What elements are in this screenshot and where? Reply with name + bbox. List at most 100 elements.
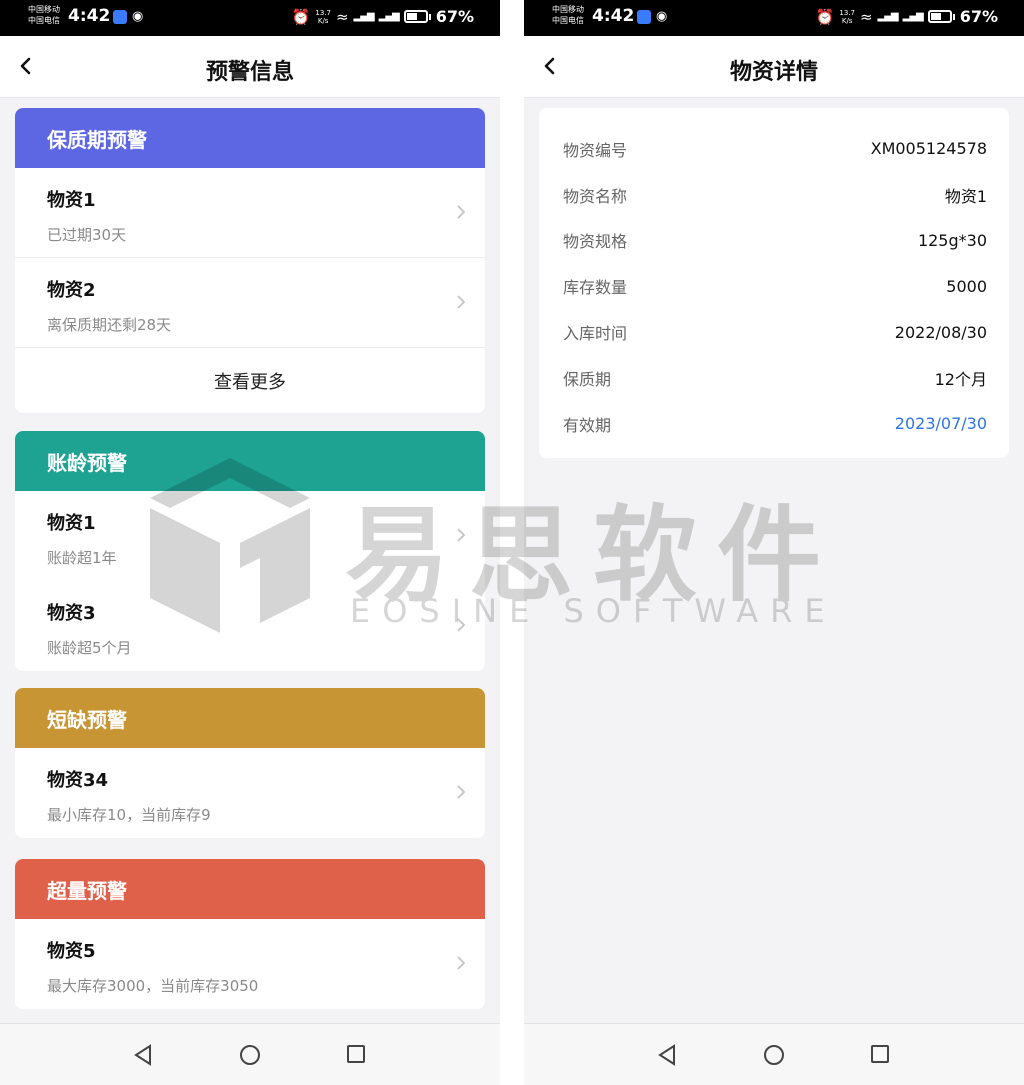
signal-icon-2: ▂▄▆ — [378, 11, 400, 22]
section-header: 保质期预警 — [15, 108, 485, 168]
detail-value: 2022/08/30 — [894, 322, 987, 342]
item-name: 物资1 — [47, 513, 96, 534]
battery-percent: 67% — [959, 7, 998, 26]
triangle-back-icon[interactable] — [133, 1044, 153, 1066]
signal-icon-2: ▂▄▆ — [902, 11, 924, 22]
square-recent-icon[interactable] — [871, 1045, 889, 1063]
view-more-button[interactable]: 查看更多 — [15, 348, 485, 413]
battery-icon — [927, 10, 952, 23]
network-speed: 13.7 K/s — [315, 9, 331, 25]
detail-value: 12个月 — [934, 369, 987, 389]
battery-tip — [952, 13, 955, 20]
battery-icon — [403, 10, 428, 23]
alarm-icon: ⏰ — [291, 7, 311, 26]
overstock-alert-card: 超量预警 物资5 最大库存3000，当前库存3050 — [15, 859, 485, 1009]
detail-label: 有效期 — [563, 415, 612, 435]
carrier-line-1: 中国移动 — [552, 5, 584, 14]
list-item[interactable]: 物资2 离保质期还剩28天 — [15, 258, 485, 348]
nav-bar: 预警信息 — [0, 36, 500, 98]
eye-icon: ◉ — [132, 9, 144, 24]
section-header: 账龄预警 — [15, 431, 485, 491]
detail-content: 物资编号 XM005124578 物资名称 物资1 物资规格 125g*30 库… — [524, 98, 1024, 1023]
list-item[interactable]: 物资3 账龄超5个月 — [15, 581, 485, 671]
detail-label: 物资规格 — [563, 232, 628, 252]
detail-row-code: 物资编号 XM005124578 — [563, 126, 987, 172]
detail-value: 5000 — [946, 276, 987, 296]
carrier-label: 中国移动 中国电信 — [28, 4, 60, 26]
speed-value: 13.7 — [315, 8, 331, 17]
alert-list: 保质期预警 物资1 已过期30天 物资2 离保质期还剩28天 查看更多 账龄预警… — [0, 98, 500, 1023]
aging-alert-card: 账龄预警 物资1 账龄超1年 物资3 账龄超5个月 — [15, 431, 485, 671]
page-title: 物资详情 — [729, 60, 818, 85]
detail-label: 物资编号 — [563, 140, 628, 160]
detail-value: 物资1 — [944, 186, 987, 206]
signal-icon: ▂▄▆ — [353, 11, 375, 22]
detail-card: 物资编号 XM005124578 物资名称 物资1 物资规格 125g*30 库… — [539, 108, 1009, 458]
item-desc: 账龄超1年 — [47, 549, 117, 567]
section-header: 超量预警 — [15, 859, 485, 919]
detail-label: 库存数量 — [563, 278, 628, 298]
detail-row-name: 物资名称 物资1 — [563, 172, 987, 218]
wifi-icon: ≈ — [859, 7, 873, 26]
item-name: 物资1 — [47, 190, 96, 211]
detail-label: 保质期 — [563, 369, 612, 389]
alert-info-screen: 中国移动 中国电信 4:42 ◉ ⏰ 13.7 K/s ≈ ▂▄▆ ▂▄▆ 67… — [0, 0, 500, 1085]
chevron-right-icon — [457, 205, 466, 219]
chevron-right-icon — [457, 785, 466, 799]
list-item[interactable]: 物资5 最大库存3000，当前库存3050 — [15, 919, 485, 1009]
battery-tip — [428, 13, 431, 20]
chevron-right-icon — [457, 956, 466, 970]
item-desc: 最小库存10，当前库存9 — [47, 806, 211, 824]
status-time: 4:42 — [592, 6, 635, 26]
alarm-icon: ⏰ — [815, 7, 835, 26]
shelf-life-alert-card: 保质期预警 物资1 已过期30天 物资2 离保质期还剩28天 查看更多 — [15, 108, 485, 413]
carrier-line-1: 中国移动 — [28, 5, 60, 14]
detail-row-inbound-date: 入库时间 2022/08/30 — [563, 309, 987, 355]
detail-row-spec: 物资规格 125g*30 — [563, 218, 987, 264]
speed-value: 13.7 — [839, 8, 855, 17]
detail-value-expiry: 2023/07/30 — [894, 414, 987, 434]
item-name: 物资3 — [47, 603, 96, 624]
carrier-label: 中国移动 中国电信 — [552, 4, 584, 26]
shortage-alert-card: 短缺预警 物资34 最小库存10，当前库存9 — [15, 688, 485, 838]
item-desc: 离保质期还剩28天 — [47, 316, 172, 334]
list-item[interactable]: 物资34 最小库存10，当前库存9 — [15, 748, 485, 838]
chevron-right-icon — [457, 295, 466, 309]
square-recent-icon[interactable] — [347, 1045, 365, 1063]
item-name: 物资34 — [47, 770, 109, 791]
eye-icon: ◉ — [656, 9, 668, 24]
status-bar: 中国移动 中国电信 4:42 ◉ ⏰ 13.7 K/s ≈ ▂▄▆ ▂▄▆ 67… — [524, 0, 1024, 36]
chevron-right-icon — [457, 528, 466, 542]
app-notification-icon — [113, 10, 127, 24]
status-right-group: ⏰ 13.7 K/s ≈ ▂▄▆ ▂▄▆ 67% — [816, 7, 998, 26]
wifi-icon: ≈ — [335, 7, 349, 26]
chevron-right-icon — [457, 618, 466, 632]
signal-icon: ▂▄▆ — [877, 11, 899, 22]
item-name: 物资5 — [47, 941, 96, 962]
detail-row-stock: 库存数量 5000 — [563, 263, 987, 309]
item-desc: 账龄超5个月 — [47, 639, 132, 657]
list-item[interactable]: 物资1 账龄超1年 — [15, 491, 485, 581]
carrier-line-2: 中国电信 — [28, 16, 60, 25]
network-speed: 13.7 K/s — [839, 9, 855, 25]
item-desc: 最大库存3000，当前库存3050 — [47, 977, 259, 995]
speed-unit: K/s — [317, 16, 329, 25]
carrier-line-2: 中国电信 — [552, 16, 584, 25]
material-detail-screen: 中国移动 中国电信 4:42 ◉ ⏰ 13.7 K/s ≈ ▂▄▆ ▂▄▆ 67… — [524, 0, 1024, 1085]
list-item[interactable]: 物资1 已过期30天 — [15, 168, 485, 258]
item-name: 物资2 — [47, 280, 96, 301]
detail-label: 物资名称 — [563, 186, 628, 206]
system-nav-bar — [0, 1023, 500, 1085]
section-header: 短缺预警 — [15, 688, 485, 748]
detail-value: 125g*30 — [917, 230, 987, 250]
triangle-back-icon[interactable] — [657, 1044, 677, 1066]
battery-percent: 67% — [435, 7, 474, 26]
nav-bar: 物资详情 — [524, 36, 1024, 98]
item-desc: 已过期30天 — [47, 226, 127, 244]
circle-home-icon[interactable] — [240, 1045, 260, 1065]
circle-home-icon[interactable] — [764, 1045, 784, 1065]
status-right-group: ⏰ 13.7 K/s ≈ ▂▄▆ ▂▄▆ 67% — [292, 7, 474, 26]
app-notification-icon — [637, 10, 651, 24]
page-title: 预警信息 — [205, 60, 294, 85]
detail-row-shelf-life: 保质期 12个月 — [563, 355, 987, 401]
